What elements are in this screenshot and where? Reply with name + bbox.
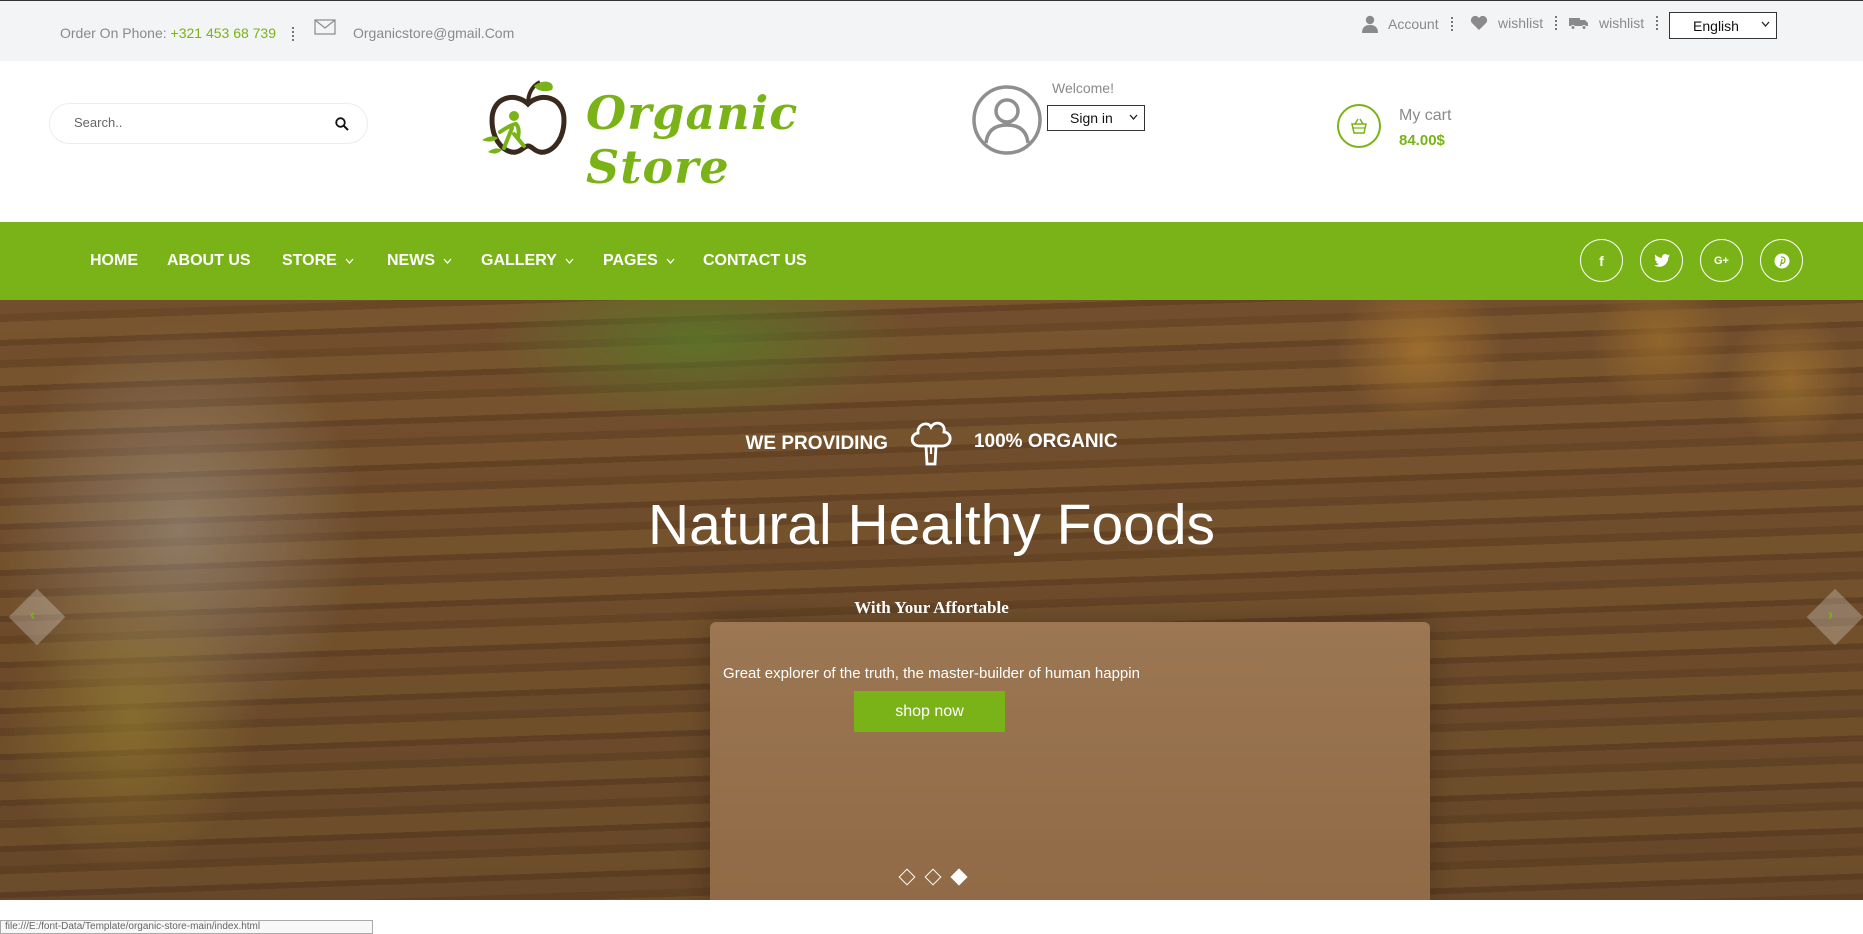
google-plus-button[interactable]: G+ (1700, 239, 1743, 282)
phone-label: Order On Phone: (60, 25, 167, 41)
slider-dots (898, 868, 968, 886)
chevron-down-icon (1129, 114, 1138, 120)
nav-news-label: NEWS (387, 252, 435, 269)
phone-number[interactable]: +321 453 68 739 (171, 25, 277, 41)
chevron-down-icon (443, 258, 452, 264)
signin-select[interactable]: Sign in (1047, 105, 1145, 131)
nav-pages[interactable]: PAGES (603, 252, 675, 270)
nav-gallery-label: GALLERY (481, 252, 557, 269)
nav-pages-label: PAGES (603, 252, 658, 269)
wishlist-label: wishlist (1498, 15, 1544, 31)
facebook-button[interactable]: f (1580, 239, 1623, 282)
order-phone: Order On Phone: +321 453 68 739 (60, 25, 294, 42)
welcome-text: Welcome! (1052, 80, 1114, 96)
cart-label[interactable]: My cart (1399, 107, 1451, 125)
chevron-down-icon (1761, 21, 1770, 27)
nav-contact-label: CONTACT US (703, 252, 807, 269)
language-select[interactable]: English (1669, 12, 1777, 39)
avatar-icon (972, 85, 1042, 155)
kicker-right: 100% ORGANIC (973, 431, 1118, 452)
kicker-left: WE PROVIDING (745, 433, 888, 454)
cart-button[interactable] (1337, 104, 1381, 148)
chevron-left-icon: ‹ (29, 606, 36, 624)
broccoli-icon (910, 421, 952, 466)
divider (291, 27, 294, 42)
slider-dot-2[interactable] (924, 868, 942, 886)
slider-dot-1[interactable] (898, 868, 916, 886)
truck-icon (1569, 18, 1588, 30)
chevron-right-icon: › (1827, 606, 1834, 624)
top-bar: Order On Phone: +321 453 68 739 Organics… (0, 0, 1863, 61)
divider (1656, 16, 1659, 30)
facebook-icon: f (1599, 252, 1604, 269)
nav-contact[interactable]: CONTACT US (703, 252, 807, 270)
pinterest-icon (1774, 253, 1789, 268)
browser-status-bar: file:///E:/font-Data/Template/organic-st… (0, 920, 373, 934)
shop-now-button[interactable]: shop now (854, 691, 1005, 732)
user-icon (1362, 15, 1378, 33)
signin-value: Sign in (1070, 110, 1113, 126)
hero-subtitle: With Your Affortable (854, 598, 1009, 617)
basket-icon (1351, 118, 1367, 134)
google-plus-icon: G+ (1714, 254, 1729, 267)
slider-dot-3[interactable] (950, 868, 968, 886)
site-logo[interactable]: Organic Store (478, 76, 858, 194)
search-input[interactable] (74, 115, 304, 130)
nav-home-label: HOME (90, 252, 138, 269)
account-link[interactable]: Account (1362, 15, 1453, 33)
account-label: Account (1388, 16, 1439, 32)
divider (1555, 16, 1558, 30)
wishlist-label-2: wishlist (1599, 15, 1645, 31)
nav-home[interactable]: HOME (90, 252, 138, 270)
twitter-icon (1653, 254, 1670, 267)
main-nav: HOME ABOUT US STORE NEWS GALLERY PAGES C… (0, 222, 1863, 300)
language-value: English (1693, 17, 1739, 34)
search-icon[interactable] (335, 117, 349, 131)
nav-gallery[interactable]: GALLERY (481, 252, 574, 270)
mail-icon (314, 19, 336, 35)
search-bar (49, 103, 368, 144)
wishlist-link-2[interactable]: wishlist (1569, 15, 1659, 31)
nav-news[interactable]: NEWS (387, 252, 452, 270)
cart-total: 84.00$ (1399, 132, 1445, 149)
chevron-down-icon (345, 258, 354, 264)
nav-store-label: STORE (282, 252, 337, 269)
apple-logo-icon (482, 80, 567, 155)
logo-text: Organic Store (586, 86, 799, 194)
hero-description: Great explorer of the truth, the master-… (723, 665, 1140, 682)
nav-store[interactable]: STORE (282, 252, 354, 270)
nav-about[interactable]: ABOUT US (167, 252, 251, 270)
chevron-down-icon (666, 258, 675, 264)
hero-slider: WE PROVIDING 100% ORGANIC Natural Health… (0, 300, 1863, 900)
twitter-button[interactable] (1640, 239, 1683, 282)
pinterest-button[interactable] (1760, 239, 1803, 282)
wishlist-link[interactable]: wishlist (1470, 15, 1558, 31)
heart-icon (1470, 15, 1488, 30)
hero-kicker: WE PROVIDING 100% ORGANIC (0, 418, 1863, 466)
chevron-down-icon (565, 258, 574, 264)
divider (1450, 17, 1453, 31)
email-link[interactable]: Organicstore@gmail.Com (353, 25, 514, 41)
nav-about-label: ABOUT US (167, 252, 251, 269)
hero-title: Natural Healthy Foods (647, 493, 1216, 557)
